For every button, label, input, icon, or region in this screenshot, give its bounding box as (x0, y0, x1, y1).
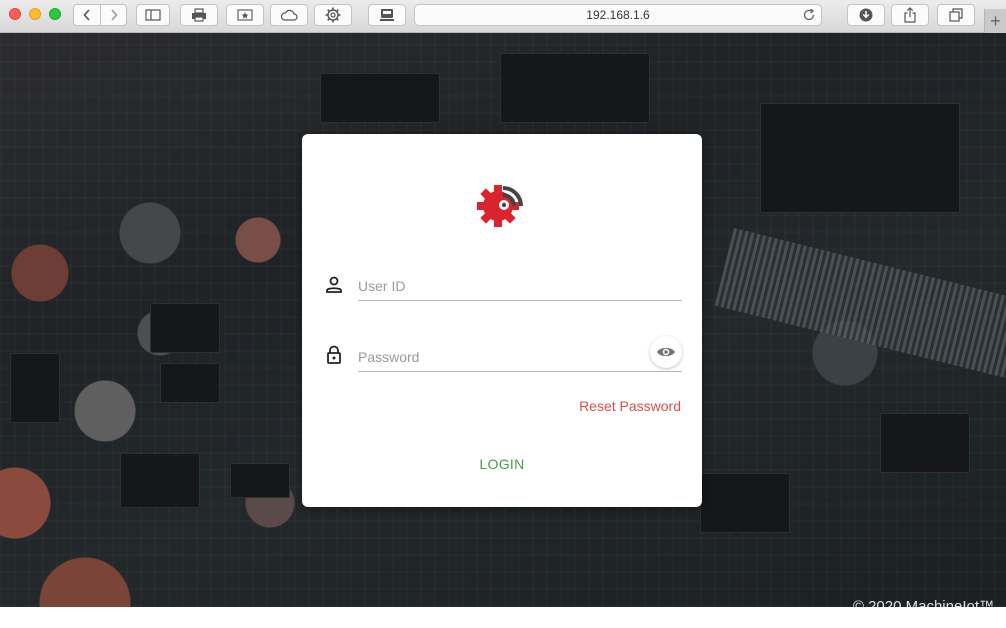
screen-icon (380, 9, 394, 21)
toggle-password-visibility-button[interactable] (650, 336, 682, 368)
tabs-overview-button[interactable] (937, 4, 975, 26)
address-text: 192.168.1.6 (586, 8, 650, 22)
share-icon (904, 7, 916, 23)
password-input[interactable] (358, 342, 682, 371)
machine-iot-logo-icon (477, 185, 523, 227)
sidebar-icon (145, 9, 161, 21)
forward-button[interactable] (100, 5, 126, 25)
downloads-button[interactable] (847, 4, 885, 26)
screen-button[interactable] (368, 4, 406, 26)
reload-icon[interactable] (802, 8, 816, 22)
chip-decoration (320, 73, 440, 123)
forward-chevron-icon (110, 9, 118, 21)
download-icon (859, 8, 873, 22)
back-chevron-icon (83, 9, 90, 21)
gear-icon (325, 7, 341, 23)
chip-decoration (160, 363, 220, 403)
navigation-buttons (73, 4, 127, 26)
chip-decoration (150, 303, 220, 353)
tabs-icon (949, 8, 963, 22)
cloud-icon (280, 9, 298, 21)
login-button[interactable]: LOGIN (462, 448, 542, 480)
print-icon (192, 8, 206, 22)
browser-toolbar: 192.168.1.6 + (0, 0, 1006, 33)
person-icon (326, 276, 342, 293)
user-id-field[interactable] (358, 271, 682, 301)
page-bottom-strip (0, 607, 1006, 628)
user-id-input[interactable] (358, 271, 682, 300)
chip-decoration (500, 53, 650, 123)
chip-decoration (700, 473, 790, 533)
eye-icon (657, 347, 675, 357)
cloud-button[interactable] (270, 4, 308, 26)
back-button[interactable] (74, 5, 100, 25)
chip-decoration (760, 103, 960, 213)
share-button[interactable] (891, 4, 929, 26)
connector-strip-decoration (714, 227, 1006, 379)
bookmark-button[interactable] (226, 4, 264, 26)
reset-password-link[interactable]: Reset Password (579, 398, 681, 414)
chip-decoration (880, 413, 970, 473)
address-bar[interactable]: 192.168.1.6 (414, 4, 822, 26)
maximize-window-button[interactable] (49, 8, 61, 20)
minimize-window-button[interactable] (29, 8, 41, 20)
password-field[interactable] (358, 336, 682, 372)
bookmark-star-icon (237, 9, 253, 21)
settings-button[interactable] (314, 4, 352, 26)
print-button[interactable] (180, 4, 218, 26)
lock-icon (327, 345, 341, 364)
close-window-button[interactable] (9, 8, 21, 20)
chip-decoration (230, 463, 290, 498)
login-card: Reset Password LOGIN (302, 134, 702, 507)
plus-icon: + (990, 10, 1001, 31)
sidebar-button[interactable] (136, 4, 170, 26)
new-tab-button[interactable]: + (984, 9, 1006, 33)
chip-decoration (10, 353, 60, 423)
chip-decoration (120, 453, 200, 508)
